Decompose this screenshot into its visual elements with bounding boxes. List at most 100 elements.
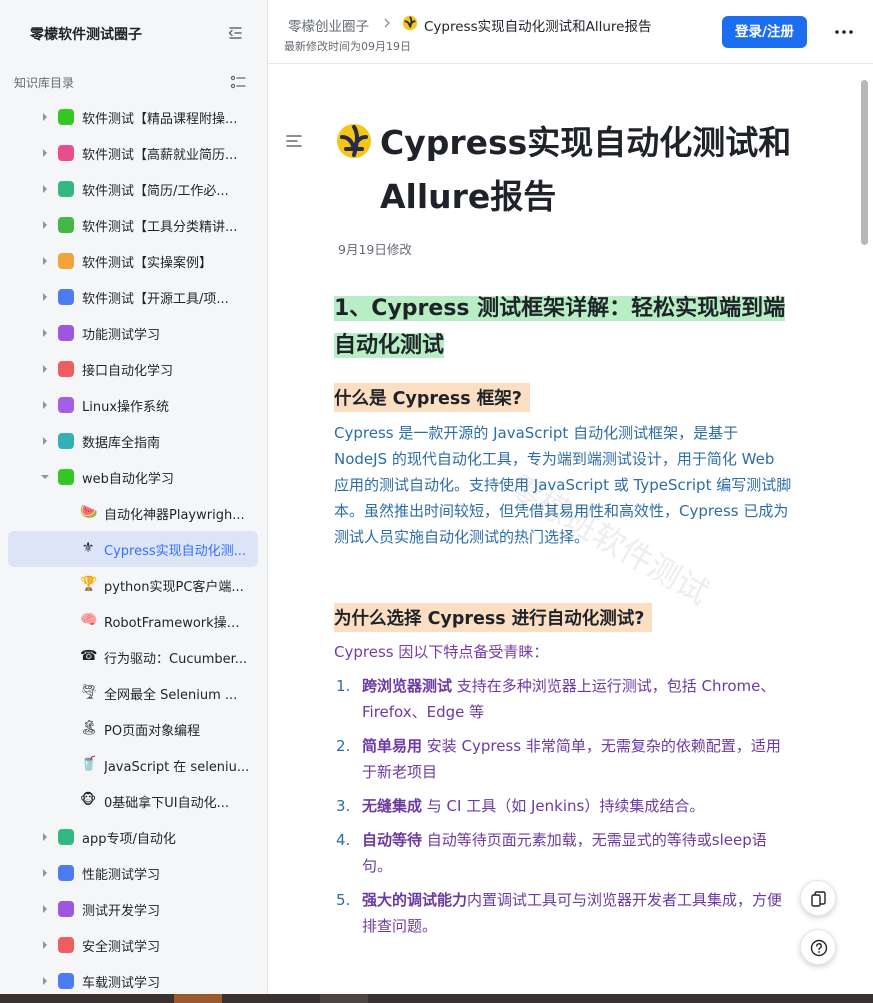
list-item-text: 与 CI 工具（如 Jenkins）持续集成结合。 [422,797,705,815]
caret-right-icon[interactable] [40,184,50,194]
list-number: 5. [336,891,351,909]
sidebar-child-label: python实现PC客户端... [104,580,244,595]
caret-right-icon[interactable] [40,940,50,950]
caret-right-icon[interactable] [40,364,50,374]
sidebar-item-label: 数据库全指南 [82,436,161,451]
doc-emoji-icon: 🏝 [80,720,98,736]
sidebar-child-item[interactable]: 🧠 RobotFramework操作... [0,603,267,639]
doc-folder-icon [58,973,74,989]
sidebar-item-label: 接口自动化学习 [82,364,174,379]
sidebar-item-label: 软件测试【工具分类精讲... [82,220,238,235]
sidebar-item[interactable]: 数据库全指南 [0,423,267,459]
sidebar-item[interactable]: 软件测试【工具分类精讲... [0,207,267,243]
list-item-bold: 跨浏览器测试 [362,677,453,695]
breadcrumb-doc[interactable]: Cypress实现自动化测试和Allure报告 [424,15,651,35]
sidebar-item[interactable]: Linux操作系统 [0,387,267,423]
caret-right-icon[interactable] [40,400,50,410]
breadcrumb-space[interactable]: 零檬创业圈子 [288,15,369,35]
sidebar-item[interactable]: 软件测试【实操案例】 [0,243,267,279]
sidebar-child-item-active[interactable]: ⚜ Cypress实现自动化测... [8,531,258,567]
caret-down-icon[interactable] [40,472,50,482]
doc-folder-icon [58,181,74,197]
sidebar-child-item[interactable]: 🏝 PO页面对象编程 [0,711,267,747]
sidebar-child-label: RobotFramework操作... [104,616,252,631]
caret-right-icon[interactable] [40,148,50,158]
sidebar-child-item[interactable]: 🌪 全网最全 Selenium ... [0,675,267,711]
sidebar-child-item[interactable]: ☎ 行为驱动：Cucumber... [0,639,267,675]
doc-title: Cypress实现自动化测试和Allure报告 [380,123,792,216]
sidebar-item[interactable]: 软件测试【精品课程附操... [0,99,267,135]
caret-right-icon[interactable] [40,328,50,338]
doc-header: 零檬创业圈子 Cypress实现自动化测试和Allure报告 最新修改时间为09… [268,0,873,64]
sidebar-child-item[interactable]: 🐵 0基础拿下UI自动化... [0,783,267,819]
doc-folder-icon [58,325,74,341]
sidebar-item-label: 软件测试【简历/工作必... [82,184,229,199]
login-button[interactable]: 登录/注册 [722,16,807,48]
caret-right-icon[interactable] [40,976,50,986]
sidebar-item[interactable]: 车载测试学习 [0,963,267,994]
list-view-icon[interactable] [230,74,246,90]
doc-emoji-icon: ☎ [80,648,98,664]
sidebar-item[interactable]: 软件测试【简历/工作必... [0,171,267,207]
taskbar-app[interactable] [320,994,368,1003]
doc-folder-icon [58,253,74,269]
caret-right-icon[interactable] [40,904,50,914]
fleur-de-lis-icon [337,124,371,158]
doc-content: Cypress实现自动化测试和Allure报告 9月19日修改 1、Cypres… [268,65,861,994]
taskbar-app[interactable] [174,994,222,1003]
sidebar-child-item[interactable]: 🥤 JavaScript 在 seleniu... [0,747,267,783]
list-number: 1. [336,677,351,695]
sidebar-item[interactable]: web自动化学习 [0,459,267,495]
caret-right-icon[interactable] [40,868,50,878]
doc-folder-icon [58,145,74,161]
scrollbar[interactable] [861,80,868,245]
heading-what-is-cypress: 什么是 Cypress 框架? [334,383,530,412]
caret-right-icon[interactable] [40,112,50,122]
list-item-text: 自动等待页面元素加载，无需显式的等待或sleep语句。 [362,831,767,875]
sidebar-item[interactable]: 软件测试【高薪就业简历... [0,135,267,171]
help-icon [810,939,828,957]
sidebar-child-label: Cypress实现自动化测... [104,544,247,559]
feature-list: 1. 跨浏览器测试 支持在多种浏览器上运行测试，包括 Chrome、Firefox… [334,673,794,947]
sidebar-item[interactable]: 接口自动化学习 [0,351,267,387]
doc-folder-icon [58,397,74,413]
list-item-text: 安装 Cypress 非常简单，无需复杂的依赖配置，适用于新老项目 [362,737,781,781]
caret-right-icon[interactable] [40,220,50,230]
doc-folder-icon [58,361,74,377]
doc-folder-icon [58,829,74,845]
doc-folder-icon [58,901,74,917]
sidebar-item[interactable]: 功能测试学习 [0,315,267,351]
list-item: 4. 自动等待 自动等待页面元素加载，无需显式的等待或sleep语句。 [334,827,794,879]
sidebar-child-label: 0基础拿下UI自动化... [104,796,230,811]
doc-folder-icon [58,289,74,305]
more-icon[interactable] [834,28,854,36]
space-title[interactable]: 零檬软件测试圈子 [30,24,142,44]
toc-icon[interactable] [286,133,302,149]
last-modified: 最新修改时间为09月19日 [284,40,411,53]
sidebar-item[interactable]: 测试开发学习 [0,891,267,927]
doc-folder-icon [58,865,74,881]
caret-right-icon[interactable] [40,256,50,266]
sidebar-item[interactable]: 性能测试学习 [0,855,267,891]
caret-right-icon[interactable] [40,292,50,302]
caret-right-icon[interactable] [40,436,50,446]
sidebar-item-label: 安全测试学习 [82,940,161,955]
list-item-bold: 强大的调试能力 [362,891,468,909]
sidebar-item-label: web自动化学习 [82,472,174,487]
help-button[interactable] [800,929,836,965]
copy-button[interactable] [800,880,836,916]
list-item-bold: 无缝集成 [362,797,423,815]
sidebar-child-item[interactable]: 🍉 自动化神器Playwrigh... [0,495,267,531]
sidebar-child-item[interactable]: 🏆 python实现PC客户端... [0,567,267,603]
sidebar-item[interactable]: 安全测试学习 [0,927,267,963]
caret-right-icon[interactable] [40,832,50,842]
sidebar-item-label: 性能测试学习 [82,868,161,883]
list-item: 3. 无缝集成 与 CI 工具（如 Jenkins）持续集成结合。 [334,793,794,819]
sidebar: 零檬软件测试圈子 知识库目录 软件测试【精品课程附操... 软件测试【高薪就业简历… [0,0,268,994]
chevron-right-icon [384,18,390,28]
sidebar-child-label: 全网最全 Selenium ... [104,688,238,703]
sidebar-item-label: 功能测试学习 [82,328,161,343]
collapse-sidebar-icon[interactable] [226,24,244,42]
sidebar-item[interactable]: app专项/自动化 [0,819,267,855]
sidebar-item[interactable]: 软件测试【开源工具/项... [0,279,267,315]
